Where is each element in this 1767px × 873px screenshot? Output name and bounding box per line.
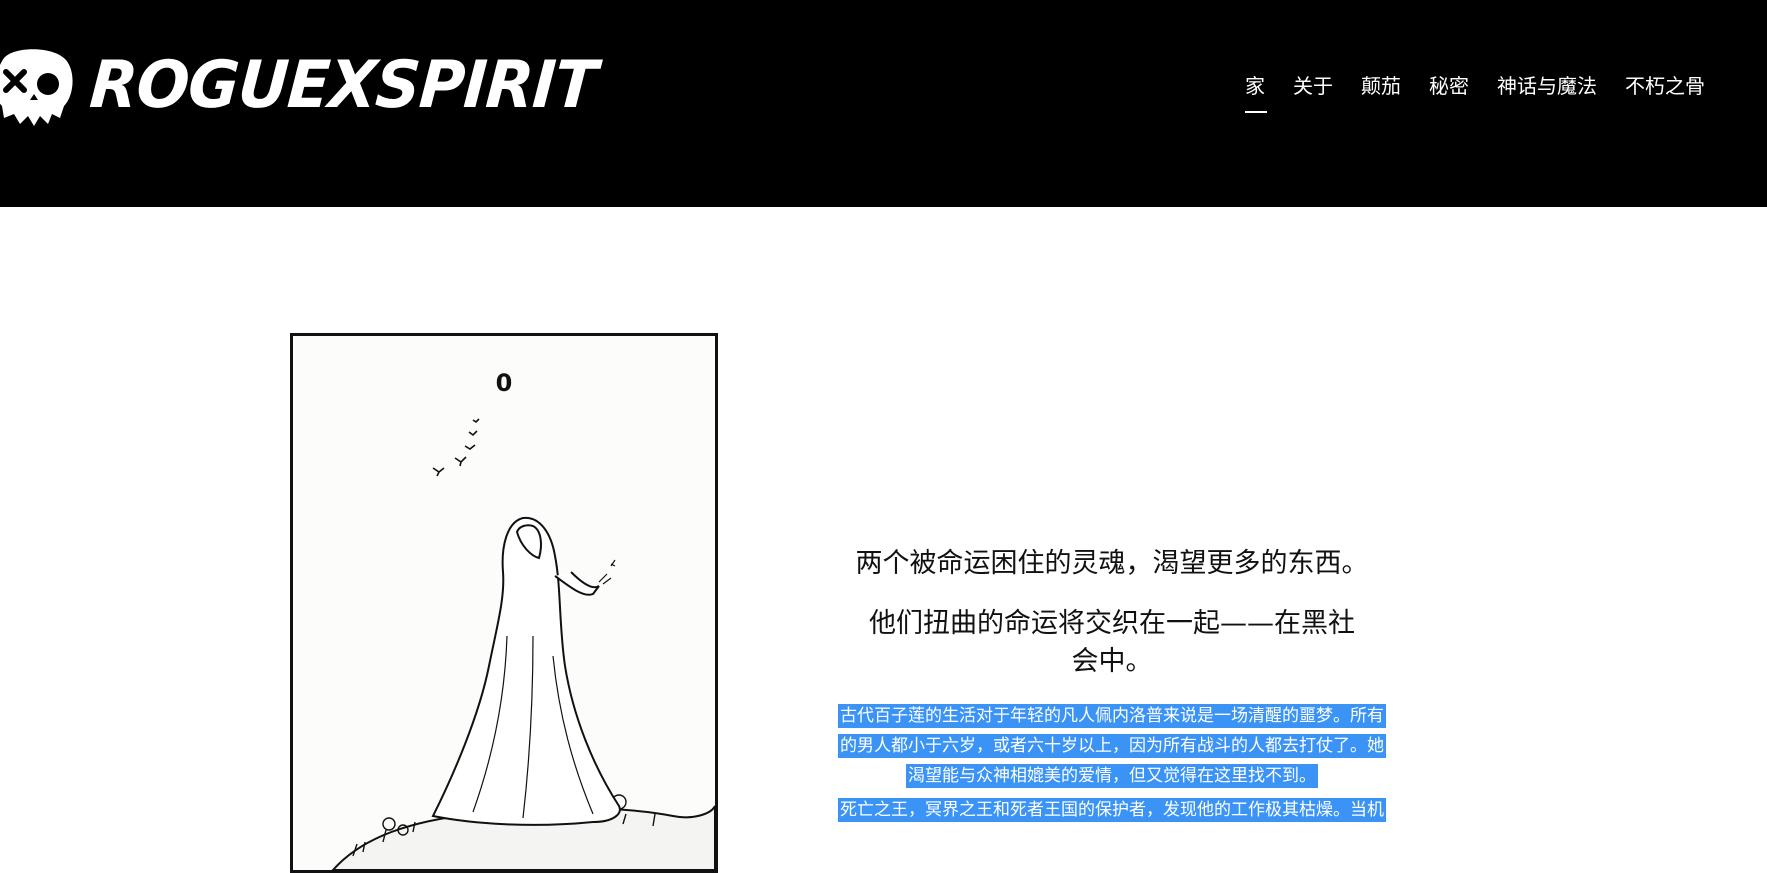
synopsis-paragraph-1: 古代百子莲的生活对于年轻的凡人佩内洛普来说是一场清醒的噩梦。所有的男人都小于六岁… (838, 701, 1386, 791)
site-header: ROGUEXSPIRIT 家 关于 颠茄 秘密 神话与魔法 不朽之骨 (0, 0, 1767, 207)
selected-text: 死亡之王，冥界之王和死者王国的保护者，发现他的工作极其枯燥。当机 (838, 798, 1386, 822)
synopsis-paragraph-2: 死亡之王，冥界之王和死者王国的保护者，发现他的工作极其枯燥。当机 (838, 795, 1386, 825)
nav-myths-magic[interactable]: 神话与魔法 (1497, 72, 1597, 100)
nav-immortal-bones[interactable]: 不朽之骨 (1625, 72, 1705, 100)
nav-home[interactable]: 家 (1245, 72, 1267, 113)
main-nav: 家 关于 颠茄 秘密 神话与魔法 不朽之骨 (1245, 72, 1705, 113)
birds-icon (432, 418, 480, 477)
story-intro: 两个被命运困住的灵魂，渴望更多的东西。 他们扭曲的命运将交织在一起——在黑社会中… (838, 545, 1386, 829)
site-logo[interactable]: ROGUEXSPIRIT (0, 44, 599, 134)
tagline: 两个被命运困住的灵魂，渴望更多的东西。 (855, 548, 1369, 579)
selected-text: 古代百子莲的生活对于年轻的凡人佩内洛普来说是一场清醒的噩梦。所有的男人都小于六岁… (838, 704, 1386, 788)
nav-about[interactable]: 关于 (1293, 72, 1333, 100)
nav-secrets[interactable]: 秘密 (1429, 72, 1469, 100)
tagline-secondary: 他们扭曲的命运将交织在一起——在黑社会中。 (869, 608, 1355, 677)
hooded-woman-illustration (331, 418, 715, 870)
nav-belladonna[interactable]: 颠茄 (1361, 72, 1401, 100)
tarot-card-illustration: 0 (290, 333, 718, 873)
skull-icon (0, 49, 73, 126)
logo-wordmark: ROGUEXSPIRIT (87, 46, 599, 123)
